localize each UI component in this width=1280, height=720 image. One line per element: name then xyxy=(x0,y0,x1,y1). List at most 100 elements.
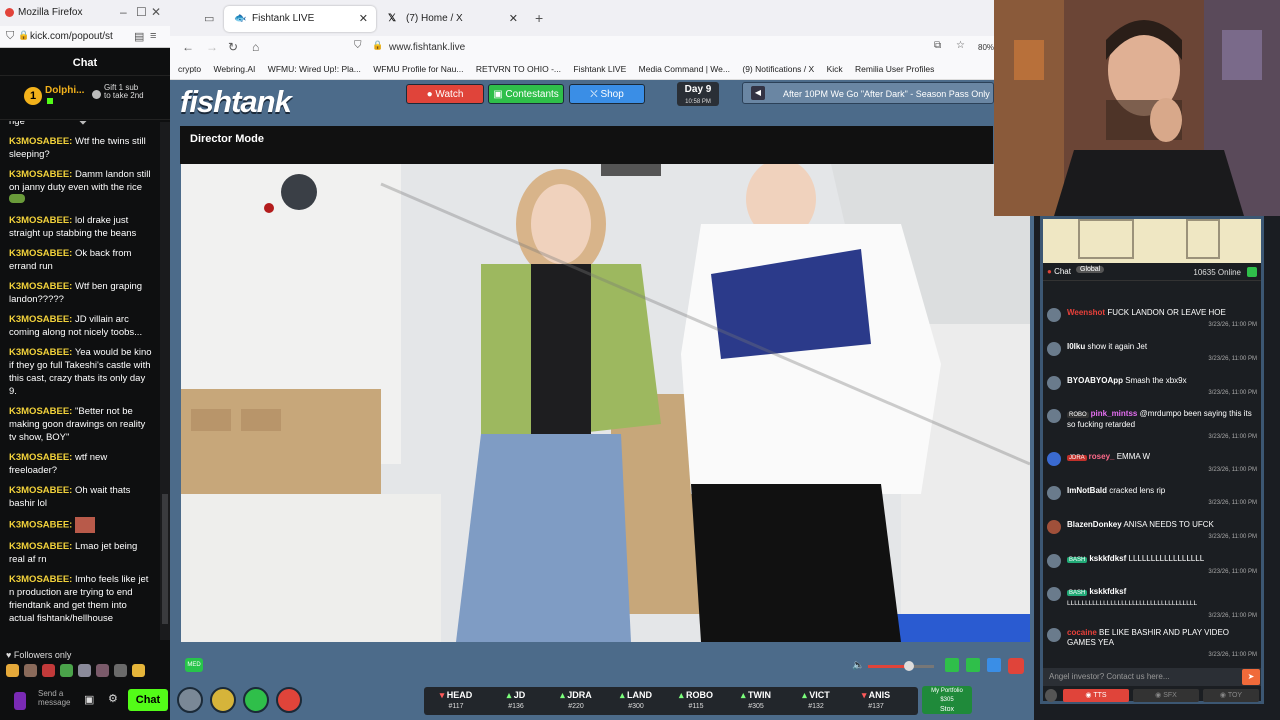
expand-icon[interactable] xyxy=(1247,267,1257,277)
streamer-webcam xyxy=(994,0,1280,216)
emote-icon[interactable] xyxy=(24,664,37,677)
sfx-icon[interactable] xyxy=(276,687,302,713)
bookmark-item[interactable]: (9) Notifications / X xyxy=(742,64,814,74)
maximize-icon[interactable]: ☐ xyxy=(136,5,147,19)
emote-icon[interactable] xyxy=(6,664,19,677)
quality-badge[interactable]: MED xyxy=(185,658,203,672)
emote-icon[interactable] xyxy=(132,664,145,677)
bookmark-item[interactable]: Media Command | We... xyxy=(639,64,730,74)
bookmark-item[interactable]: Webring.AI xyxy=(214,64,256,74)
bookmark-item[interactable]: Remilia User Profiles xyxy=(855,64,934,74)
site-chat-message: BlazenDonkey ANISA NEEDS TO UFCK 3/23/26,… xyxy=(1047,520,1257,542)
toy-button[interactable]: ◉ TOY xyxy=(1203,689,1259,702)
site-chat-input[interactable]: Angel investor? Contact us here... xyxy=(1043,668,1261,686)
coins-icon[interactable] xyxy=(210,687,236,713)
chat-scrollbar[interactable] xyxy=(160,122,170,640)
settings-gear-icon[interactable] xyxy=(177,687,203,713)
volume-handle[interactable] xyxy=(904,661,914,671)
chat-message: nge xyxy=(9,121,25,127)
global-toggle[interactable]: Global xyxy=(1076,266,1105,273)
menu-icon[interactable]: ≡ xyxy=(150,30,156,42)
new-tab-icon[interactable]: + xyxy=(535,10,543,26)
chat-message: K3MOSABEE: "Better not be making goon dr… xyxy=(9,406,146,443)
emote-bar[interactable] xyxy=(6,664,161,680)
cam-twin[interactable]: ▴ TWIN #305 xyxy=(726,687,786,715)
site-chat-message: BASH kskkfdksf LLLLLLLLLLLLLLLLLLLLLLLLLL… xyxy=(1047,587,1257,621)
settings-icon[interactable]: ⚙ xyxy=(108,692,118,705)
reload-icon[interactable]: ↻ xyxy=(228,40,238,54)
cam-head[interactable]: ▾ HEAD #117 xyxy=(426,687,486,715)
mic-icon[interactable] xyxy=(14,692,26,710)
picture-in-picture-icon[interactable]: ⧉ xyxy=(934,40,941,51)
url-field[interactable]: www.fishtank.live xyxy=(389,42,465,53)
home-icon[interactable]: ⌂ xyxy=(252,40,259,54)
forward-icon[interactable]: → xyxy=(206,40,218,54)
emote-icon[interactable] xyxy=(60,664,73,677)
chat-send-button[interactable]: Chat xyxy=(128,689,168,711)
live-camera-feed[interactable] xyxy=(181,164,1030,642)
tts-button[interactable]: ◉ TTS xyxy=(1063,689,1129,702)
fullscreen-icon[interactable] xyxy=(987,658,1001,672)
cam-land[interactable]: ▴ LAND #300 xyxy=(606,687,666,715)
sfx-button[interactable]: ◉ SFX xyxy=(1133,689,1199,702)
emote-icon[interactable] xyxy=(78,664,91,677)
minimize-icon[interactable]: – xyxy=(120,5,127,19)
bookmark-page-icon[interactable]: ☆ xyxy=(956,40,965,51)
close-tab-icon[interactable]: ✕ xyxy=(359,12,368,25)
close-tab-icon[interactable]: ✕ xyxy=(509,12,518,25)
tab-overview-icon[interactable]: ▭ xyxy=(204,12,214,25)
scroll-thumb[interactable] xyxy=(162,494,168,624)
record-icon[interactable] xyxy=(1008,658,1024,674)
volume-icon[interactable]: 🔈 xyxy=(852,660,864,671)
cam-robo[interactable]: ▴ ROBO #115 xyxy=(666,687,726,715)
close-icon[interactable]: ✕ xyxy=(151,5,161,19)
browser-tabbar: ▭ 🐟 Fishtank LIVE ✕ 𝕏 (7) Home / X ✕ + xyxy=(170,0,994,36)
cam-vict[interactable]: ▴ VICT #132 xyxy=(786,687,846,715)
send-arrow-icon[interactable]: ➤ xyxy=(1242,669,1260,685)
reader-icon[interactable]: ▤ xyxy=(134,30,144,43)
popout-urlbar[interactable]: ⛉ 🔒 kick.com/popout/st ▤ ≡ xyxy=(0,26,170,48)
bookmark-item[interactable]: Kick xyxy=(827,64,843,74)
back-icon[interactable]: ← xyxy=(182,40,194,54)
gift-box-icon[interactable]: ▣ xyxy=(84,693,94,706)
emote-icon[interactable] xyxy=(42,664,55,677)
lock-icon: 🔒 xyxy=(372,40,384,50)
chat-message: K3MOSABEE: Lmao jet being real af rn xyxy=(9,541,138,565)
site-chat-message: JDRA rosey_ EMMA W 3/23/26, 11:00 PM xyxy=(1047,452,1257,475)
bookmark-item[interactable]: WFMU: Wired Up!: Pla... xyxy=(268,64,361,74)
items-icon[interactable] xyxy=(243,687,269,713)
bookmark-item[interactable]: Fishtank LIVE xyxy=(573,64,626,74)
cam-jd[interactable]: ▴ JD #136 xyxy=(486,687,546,715)
chat-message: K3MOSABEE: JD villain arc coming along n… xyxy=(9,314,143,338)
avatar xyxy=(1047,308,1061,322)
chat-message: K3MOSABEE: Wtf ben graping landon????? xyxy=(9,281,143,305)
ticker-arrow-icon[interactable]: ◀ xyxy=(751,86,765,100)
watch-button[interactable]: ● Watch xyxy=(406,84,484,104)
shield-icon[interactable]: ⛉ xyxy=(354,40,362,51)
avatar xyxy=(1047,520,1061,534)
bookmark-item[interactable]: RETVRN TO OHIO -... xyxy=(476,64,561,74)
bookmark-item[interactable]: crypto xyxy=(178,64,201,74)
cam-anis[interactable]: ▾ ANIS #137 xyxy=(846,687,906,715)
volume-slider[interactable] xyxy=(868,661,934,671)
portfolio-widget[interactable]: My Portfolio $305 Stox xyxy=(922,686,972,714)
zoom-level[interactable]: 80% xyxy=(978,43,994,52)
pinned-gift-leaderboard[interactable]: 1 Dolphi... Gift 1 sub to take 2nd xyxy=(0,76,170,120)
camera-grid-icon[interactable] xyxy=(945,658,959,672)
shop-button[interactable]: ⛌ Shop xyxy=(569,84,645,104)
camera-swap-icon[interactable] xyxy=(966,658,980,672)
site-chat-message: l0lku show it again Jet 3/23/26, 11:00 PM xyxy=(1047,342,1257,364)
chat-message: K3MOSABEE: Wtf the twins still sleeping? xyxy=(9,136,146,160)
chat-tab[interactable]: Chat xyxy=(1054,267,1071,276)
popout-url[interactable]: kick.com/popout/st xyxy=(30,31,113,42)
emote-icon[interactable] xyxy=(96,664,109,677)
message-input[interactable]: Send a message xyxy=(38,689,78,707)
bookmark-item[interactable]: WFMU Profile for Nau... xyxy=(373,64,463,74)
emoji-icon[interactable] xyxy=(1045,689,1057,702)
fishtank-logo[interactable]: fishtank xyxy=(180,84,292,120)
tab-x-home[interactable]: 𝕏 (7) Home / X ✕ xyxy=(378,6,526,32)
cam-jdra[interactable]: ▴ JDRA #220 xyxy=(546,687,606,715)
tab-fishtank[interactable]: 🐟 Fishtank LIVE ✕ xyxy=(224,6,376,32)
emote-icon[interactable] xyxy=(114,664,127,677)
contestants-button[interactable]: ▣ Contestants xyxy=(488,84,564,104)
